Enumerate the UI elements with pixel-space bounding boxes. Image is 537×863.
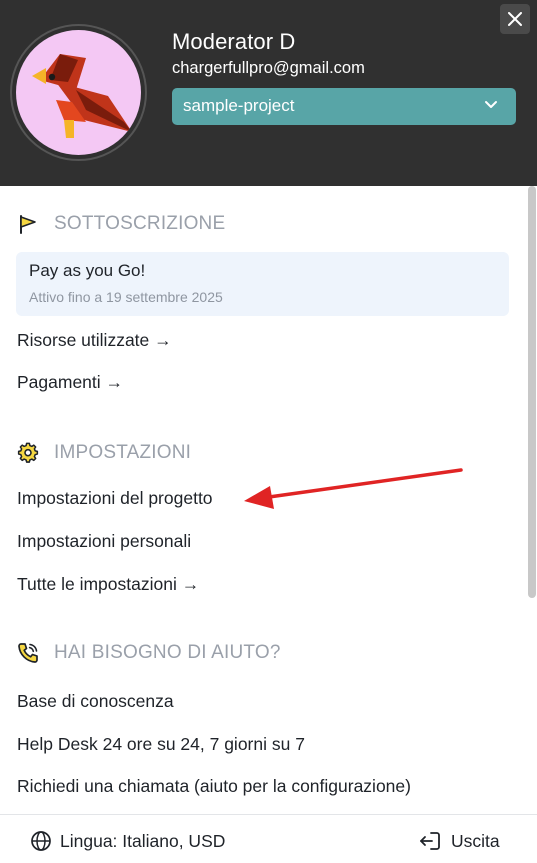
- close-button[interactable]: [500, 4, 530, 34]
- phone-icon: [17, 642, 39, 664]
- language-button[interactable]: Lingua: Italiano, USD: [30, 830, 225, 852]
- avatar[interactable]: [10, 24, 147, 161]
- link-base-conoscenza[interactable]: Base di conoscenza: [17, 691, 174, 712]
- logout-label: Uscita: [451, 830, 500, 851]
- profile-header: Moderator D chargerfullpro@gmail.com sam…: [0, 0, 537, 186]
- section-title-text: HAI BISOGNO DI AIUTO?: [54, 642, 281, 663]
- section-title-subscription: SOTTOSCRIZIONE: [17, 213, 225, 235]
- link-help-desk[interactable]: Help Desk 24 ore su 24, 7 giorni su 7: [17, 734, 305, 755]
- flag-icon: [17, 213, 39, 235]
- section-title-text: SOTTOSCRIZIONE: [54, 213, 226, 234]
- plan-box: Pay as you Go! Attivo fino a 19 settembr…: [16, 252, 509, 316]
- link-impostazioni-progetto[interactable]: Impostazioni del progetto: [17, 488, 213, 509]
- footer-bar: Lingua: Italiano, USD Uscita: [0, 814, 537, 863]
- section-title-settings: IMPOSTAZIONI: [17, 442, 191, 464]
- link-tutte-impostazioni[interactable]: Tutte le impostazioni →: [17, 574, 199, 595]
- user-name: Moderator D: [172, 29, 296, 54]
- scrollbar[interactable]: [528, 186, 536, 598]
- link-pagamenti[interactable]: Pagamenti →: [17, 372, 123, 393]
- plan-valid-until: Attivo fino a 19 settembre 2025: [29, 289, 223, 305]
- section-title-text: IMPOSTAZIONI: [54, 442, 192, 463]
- plan-name: Pay as you Go!: [29, 261, 146, 280]
- cardinal-bird-avatar-icon: [16, 30, 141, 155]
- chevron-down-icon: [485, 101, 497, 108]
- annotation-arrow-icon: [244, 468, 463, 509]
- user-email: chargerfullpro@gmail.com: [172, 59, 365, 77]
- close-icon: [508, 12, 522, 26]
- logout-icon: [420, 832, 440, 850]
- link-risorse-utilizzate[interactable]: Risorse utilizzate →: [17, 330, 172, 351]
- project-select-value: sample-project: [183, 96, 295, 115]
- section-title-help: HAI BISOGNO DI AIUTO?: [17, 642, 281, 664]
- link-richiedi-chiamata[interactable]: Richiedi una chiamata (aiuto per la conf…: [17, 776, 411, 797]
- gear-icon: [17, 442, 39, 464]
- globe-icon: [31, 831, 51, 851]
- project-select[interactable]: sample-project: [172, 88, 516, 125]
- language-label: Lingua: Italiano, USD: [60, 830, 226, 851]
- logout-button[interactable]: Uscita: [418, 830, 500, 852]
- link-impostazioni-personali[interactable]: Impostazioni personali: [17, 531, 191, 552]
